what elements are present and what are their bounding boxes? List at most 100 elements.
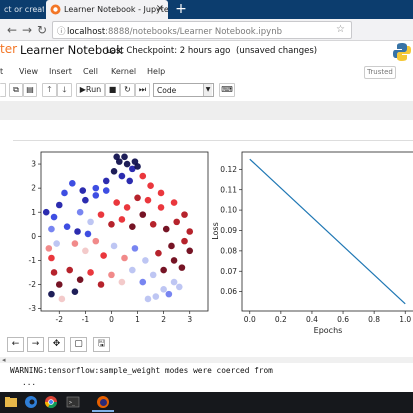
menu-kernel[interactable]: Kernel [111, 67, 136, 76]
paste-icon[interactable]: ▤ [23, 83, 37, 97]
scroll-left-icon[interactable]: ◂ [2, 356, 6, 364]
scatter-point [181, 211, 188, 218]
menu-view[interactable]: View [19, 67, 38, 76]
terminal-icon[interactable]: >_ [66, 395, 80, 409]
scatter-x-tick-label: 3 [187, 315, 192, 324]
copy-icon[interactable]: ⧉ [9, 83, 23, 97]
pan-icon[interactable]: ✥ [48, 337, 65, 352]
windows-taskbar [0, 392, 413, 413]
keyboard-icon[interactable]: ⌨ [219, 83, 235, 97]
scatter-point [131, 245, 139, 252]
scatter-point [100, 252, 107, 259]
trusted-badge[interactable]: Trusted [364, 66, 396, 79]
forward-arrow-icon[interactable]: → [19, 22, 35, 38]
active-tab-title: Learner Notebook - Jupyter No [64, 5, 168, 14]
scatter-point [144, 295, 152, 303]
loss-y-tick-label: 0.11 [220, 185, 237, 194]
browser-tab-inactive[interactable]: ct or create a [0, 0, 44, 19]
browser-tab-active[interactable]: Learner Notebook - Jupyter No × [46, 0, 168, 19]
url-host: localhost [67, 27, 106, 37]
firefox-icon[interactable] [96, 395, 110, 409]
scatter-point [139, 211, 147, 218]
scatter-point [149, 220, 157, 228]
url-bar[interactable]: ⓘlocalhost:8888/notebooks/Learner Notebo… [52, 21, 352, 39]
restart-icon[interactable]: ↻ [120, 83, 135, 97]
scatter-point [181, 237, 188, 245]
forward-icon[interactable]: → [27, 337, 44, 352]
scatter-point [186, 228, 194, 235]
scatter-point [53, 240, 60, 247]
bookmark-star-icon[interactable]: ☆ [336, 24, 345, 35]
loss-x-tick-label: 0.6 [337, 315, 349, 324]
scatter-point [69, 180, 76, 187]
scatter-point [55, 281, 63, 288]
scatter-point [118, 172, 126, 180]
scatter-point [71, 240, 79, 247]
scatter-point [186, 247, 194, 255]
scatter-point [48, 290, 55, 298]
scatter-point [79, 187, 87, 194]
scatter-point [82, 196, 89, 204]
jupyter-favicon-icon [50, 4, 61, 15]
zoom-rect-icon[interactable]: ▢ [70, 337, 87, 352]
scatter-y-tick-label: 2 [31, 184, 36, 193]
menu-insert[interactable]: Insert [49, 67, 72, 76]
run-label: Run [85, 85, 102, 94]
scatter-point [58, 295, 66, 303]
scatter-point [76, 276, 84, 283]
fast-forward-icon[interactable]: ⏭ [135, 83, 150, 97]
scatter-point [87, 269, 94, 276]
jupyter-logo-text: ter [0, 42, 18, 56]
move-down-icon[interactable]: 🡓 [57, 83, 72, 97]
back-icon[interactable]: ← [7, 337, 24, 352]
previous-cell-area [0, 101, 413, 120]
scatter-point [170, 278, 178, 286]
scatter-point [118, 278, 126, 286]
save-button[interactable] [0, 83, 6, 97]
scatter-point [139, 172, 147, 180]
reload-icon[interactable]: ↻ [34, 22, 50, 38]
loss-y-tick-label: 0.12 [220, 165, 237, 174]
close-tab-icon[interactable]: × [156, 3, 164, 14]
checkpoint-status: Last Checkpoint: 2 hours ago (unsaved ch… [106, 46, 317, 56]
scatter-point [144, 196, 152, 204]
download-icon[interactable]: 🖫 [93, 337, 110, 352]
menu-cell[interactable]: Cell [83, 67, 98, 76]
scatter-point [110, 242, 118, 250]
scatter-point [160, 266, 167, 274]
edge-icon[interactable] [24, 395, 38, 409]
chrome-icon[interactable] [44, 395, 58, 409]
scatter-y-tick-label: 3 [31, 160, 36, 169]
scatter-point [74, 228, 81, 235]
stop-icon[interactable]: ■ [105, 83, 120, 97]
loss-y-tick-label: 0.10 [220, 206, 237, 215]
scatter-point [76, 208, 84, 216]
horizontal-scrollbar[interactable] [0, 357, 413, 363]
loss-y-tick-label: 0.06 [220, 287, 237, 296]
scatter-point [110, 167, 118, 175]
matplotlib-figure[interactable]: -2 -1 0 1 2 3 -3 -2 -1 0 1 2 3 0.0 0.2 0.4 0.6 0.8 1.0 0.06… [13, 140, 413, 335]
scatter-point [66, 266, 74, 274]
new-tab-icon[interactable]: + [172, 0, 190, 19]
scatter-point [50, 213, 58, 221]
scatter-point [131, 158, 139, 165]
scatter-point [118, 216, 126, 223]
run-button[interactable]: ▶Run [76, 83, 105, 97]
menu-edit[interactable]: t [0, 67, 3, 76]
scatter-point [108, 220, 115, 228]
cell-type-select[interactable]: Code ▼ [153, 83, 214, 97]
file-explorer-icon[interactable] [4, 395, 18, 409]
scatter-point [142, 257, 149, 264]
svg-text:>_: >_ [69, 400, 76, 406]
scatter-point [178, 264, 186, 271]
loss-y-axis-label: Loss [211, 222, 220, 240]
back-arrow-icon[interactable]: ← [4, 22, 20, 38]
scatter-point [139, 278, 147, 286]
browser-nav-bar: ← → ↻ ⓘlocalhost:8888/notebooks/Learner … [0, 19, 413, 41]
move-up-icon[interactable]: 🡑 [42, 83, 57, 97]
scatter-point [84, 230, 92, 238]
scatter-x-tick-label: -1 [82, 315, 90, 324]
site-info-icon[interactable]: ⓘ [57, 25, 67, 37]
menu-help[interactable]: Help [147, 67, 165, 76]
loss-y-tick-label: 0.09 [220, 226, 237, 235]
